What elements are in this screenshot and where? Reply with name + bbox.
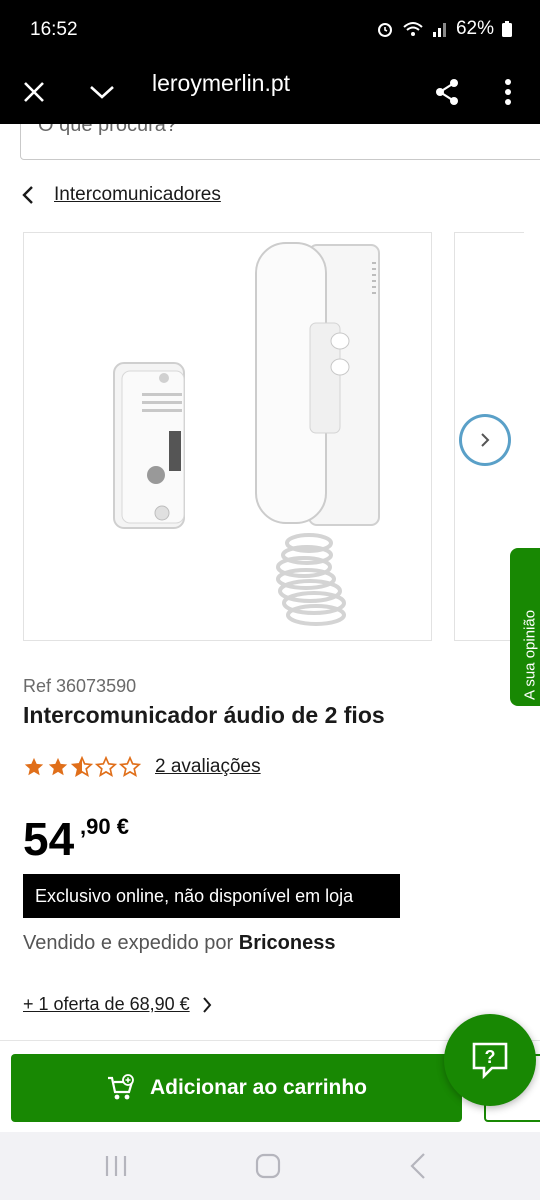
battery-icon	[502, 21, 512, 37]
feedback-label[interactable]: A sua opinião	[520, 560, 540, 700]
offer-label[interactable]: + 1 oferta de 68,90 €	[23, 994, 190, 1015]
more-vertical-icon[interactable]	[486, 70, 530, 114]
wifi-icon	[403, 22, 423, 36]
system-nav-bar	[0, 1132, 540, 1200]
chevron-down-icon[interactable]	[80, 70, 124, 114]
price-decimal: ,90 €	[80, 814, 129, 839]
exclusive-label: Exclusivo online, não disponível em loja	[35, 885, 354, 906]
seller-prefix: Vendido e expedido por	[23, 932, 234, 954]
cart-icon	[107, 1074, 134, 1100]
breadcrumb-label[interactable]: Intercomunicadores	[54, 184, 221, 206]
product-title: Intercomunicador áudio de 2 fios	[23, 702, 385, 728]
product-image[interactable]	[23, 232, 432, 641]
status-icons: 62%	[376, 18, 512, 40]
recents-icon[interactable]	[103, 1154, 129, 1178]
gallery-next-button[interactable]	[459, 414, 511, 466]
other-offer-link[interactable]: + 1 oferta de 68,90 €	[23, 994, 212, 1015]
back-icon[interactable]	[408, 1152, 428, 1180]
alarm-icon	[377, 23, 392, 37]
share-icon[interactable]	[425, 70, 469, 114]
reviews-link[interactable]: 2 avaliações	[155, 756, 261, 778]
seller-info: Vendido e expedido por Briconess	[23, 932, 335, 955]
signal-icon	[432, 23, 446, 37]
product-rating[interactable]: 2 avaliações	[23, 756, 261, 778]
star-empty-icon	[119, 756, 141, 777]
exclusive-online-badge: Exclusivo online, não disponível em loja	[23, 874, 400, 918]
rating-stars	[23, 756, 141, 778]
chevron-right-icon	[481, 433, 490, 447]
price-integer: 54	[23, 813, 75, 865]
home-icon[interactable]	[254, 1152, 282, 1180]
chevron-right-icon	[202, 996, 211, 1013]
star-empty-icon	[95, 756, 117, 777]
add-to-cart-label: Adicionar ao carrinho	[149, 1076, 368, 1099]
help-button[interactable]: ?	[444, 1014, 536, 1106]
close-icon[interactable]	[12, 70, 56, 114]
intercom-illustration	[113, 242, 380, 626]
status-bar: 16:52 62%	[0, 0, 540, 60]
seller-name[interactable]: Briconess	[239, 932, 336, 954]
star-half-icon	[71, 756, 93, 777]
status-time: 16:52	[30, 19, 78, 40]
chevron-left-icon	[22, 186, 33, 204]
svg-text:?: ?	[485, 1047, 496, 1067]
help-icon: ?	[472, 1042, 508, 1080]
add-to-cart-button[interactable]: Adicionar ao carrinho	[11, 1054, 462, 1122]
battery-percent: 62%	[455, 18, 494, 39]
star-icon	[24, 757, 44, 776]
star-icon	[48, 757, 68, 776]
product-ref: Ref 36073590	[23, 676, 137, 696]
url-bar[interactable]: leroymerlin.pt	[152, 70, 290, 97]
breadcrumb[interactable]: Intercomunicadores	[22, 180, 221, 210]
